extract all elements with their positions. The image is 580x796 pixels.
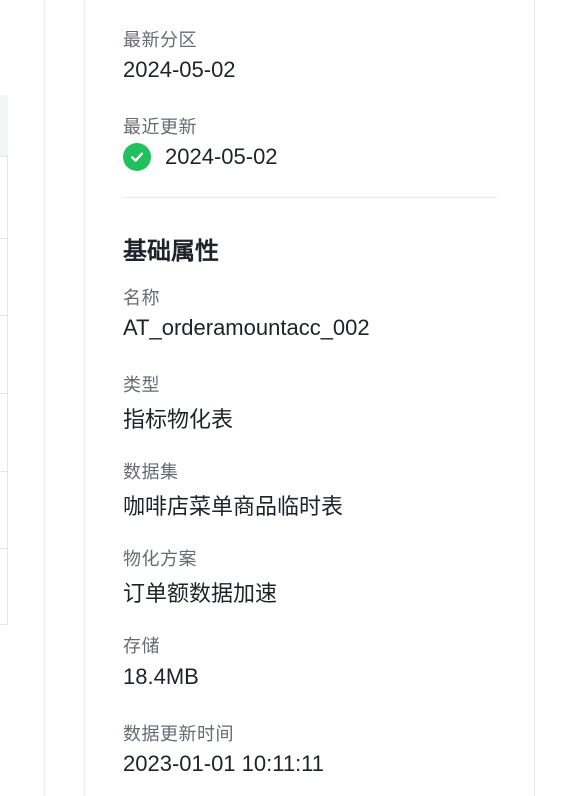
check-circle-icon [123, 143, 151, 171]
name-value: AT_orderamountacc_002 [123, 315, 370, 340]
background-table-row-divider [0, 624, 8, 625]
data-update-time-value: 2023-01-01 10:11:11 [123, 751, 325, 776]
basic-properties-title: 基础属性 [123, 238, 219, 265]
background-table-row-divider [0, 548, 8, 549]
storage-label: 存储 [123, 636, 160, 656]
name-label: 名称 [123, 288, 160, 308]
type-value: 指标物化表 [123, 407, 234, 432]
recent-update-value: 2024-05-02 [165, 144, 278, 169]
data-update-time-label: 数据更新时间 [123, 724, 234, 744]
background-table-row-divider [0, 315, 8, 316]
drawer-edge [44, 0, 45, 796]
background-table-row-divider [0, 238, 8, 239]
background-table-header [0, 95, 8, 157]
section-divider [123, 197, 497, 198]
materialization-plan-value: 订单额数据加速 [123, 581, 278, 606]
latest-partition-label: 最新分区 [123, 30, 197, 50]
background-table-row-divider [0, 471, 8, 472]
dataset-value: 咖啡店菜单商品临时表 [123, 494, 344, 519]
recent-update-status: 2024-05-02 [123, 143, 278, 171]
materialization-plan-label: 物化方案 [123, 549, 197, 569]
recent-update-label: 最近更新 [123, 117, 197, 137]
screen: 最新分区 2024-05-02 最近更新 2024-05-02 基础属性 名称 … [0, 0, 580, 796]
storage-value: 18.4MB [123, 664, 199, 689]
background-table [0, 95, 8, 625]
latest-partition-value: 2024-05-02 [123, 57, 236, 82]
background-table-row-divider [0, 393, 8, 394]
dataset-label: 数据集 [123, 462, 179, 482]
type-label: 类型 [123, 375, 160, 395]
